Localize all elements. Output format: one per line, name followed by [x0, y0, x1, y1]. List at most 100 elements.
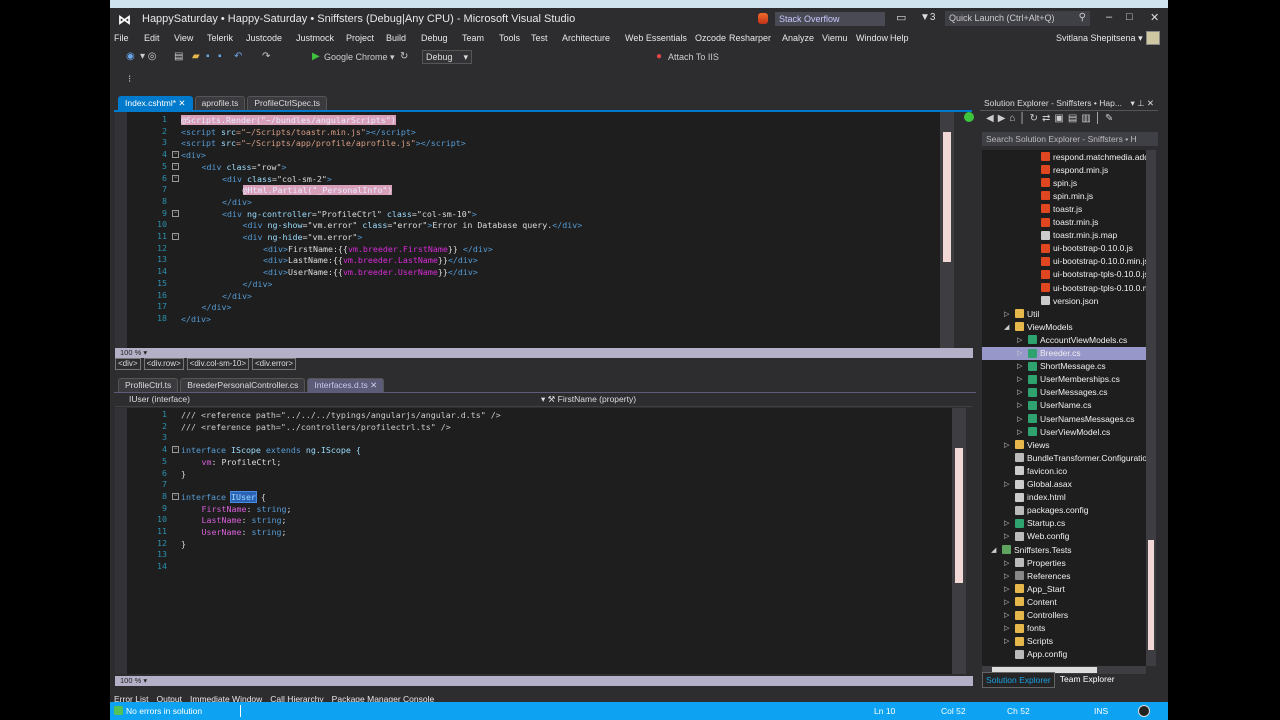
back-icon[interactable]: ◉: [126, 51, 135, 62]
open-icon[interactable]: ▰: [192, 51, 200, 62]
document-tab[interactable]: Index.cshtml* ✕: [118, 96, 193, 110]
expand-arrow-icon[interactable]: ▷: [1017, 336, 1025, 344]
start-icon[interactable]: ▶: [312, 51, 320, 62]
menu-build[interactable]: Build: [386, 33, 406, 43]
solution-explorer-toolbar[interactable]: ◀▶⌂│↻⇄▣▤▥│✎: [980, 113, 1158, 129]
tree-item[interactable]: ▷ UserNamesMessages.cs: [1017, 412, 1134, 425]
code-editor-index-cshtml[interactable]: 1 @Scripts.Render("~/bundles/angularScrip…: [115, 112, 940, 348]
tree-item[interactable]: ▷ Web.config: [1004, 530, 1069, 543]
expand-arrow-icon[interactable]: ▷: [1004, 598, 1012, 606]
menu-justcode[interactable]: Justcode: [246, 33, 282, 43]
tree-item[interactable]: App.config: [1004, 648, 1067, 661]
tree-item[interactable]: ui-bootstrap-tpls-0.10.0.js: [1030, 268, 1146, 281]
top-zoom-bar[interactable]: 100 % ▾: [115, 348, 973, 358]
member-navigation-dropdown[interactable]: ▾ ⚒ FirstName (property): [541, 394, 972, 407]
tree-item[interactable]: BundleTransformer.Configuration.xsd: [1004, 451, 1146, 464]
scrollbar-thumb[interactable]: [1148, 540, 1154, 650]
tree-item[interactable]: ▷ App_Start: [1004, 582, 1065, 595]
tree-item[interactable]: ▷ AccountViewModels.cs: [1017, 333, 1127, 346]
stack-overflow-search[interactable]: Stack Overflow: [775, 12, 885, 26]
fold-toggle-icon[interactable]: −: [172, 446, 179, 454]
tree-item[interactable]: version.json: [1030, 294, 1098, 307]
expand-arrow-icon[interactable]: ▷: [1004, 624, 1012, 632]
save-all-icon[interactable]: ▪: [218, 51, 222, 62]
tree-item[interactable]: ▷ fonts: [1004, 622, 1045, 635]
tree-item[interactable]: ▷ Startup.cs: [1004, 517, 1065, 530]
expand-arrow-icon[interactable]: ▷: [1017, 415, 1025, 423]
top-editor-scrollbar[interactable]: [940, 112, 954, 348]
tree-item[interactable]: ▷ Breeder.cs: [982, 346, 1146, 360]
notifications-button[interactable]: ▼3: [920, 12, 935, 23]
tree-item[interactable]: toastr.js: [1030, 202, 1082, 215]
expand-arrow-icon[interactable]: ▷: [1017, 349, 1025, 357]
notification-circle-icon[interactable]: [1138, 705, 1150, 717]
toolbar-overflow-icon[interactable]: ⁝: [128, 74, 131, 85]
tree-item[interactable]: ▷ Scripts: [1004, 635, 1053, 648]
browser-select[interactable]: Google Chrome ▾: [324, 52, 395, 63]
document-tab[interactable]: aprofile.ts: [194, 96, 246, 110]
menu-telerik[interactable]: Telerik: [207, 33, 233, 43]
undo-icon[interactable]: ↶: [234, 51, 242, 62]
fold-toggle-icon[interactable]: −: [172, 162, 179, 170]
menu-tools[interactable]: Tools: [499, 33, 520, 43]
avatar[interactable]: [1146, 31, 1160, 45]
tree-item[interactable]: ▷ Controllers: [1004, 609, 1068, 622]
document-tab[interactable]: ProfileCtrlSpec.ts: [247, 96, 328, 110]
expand-arrow-icon[interactable]: ▷: [1004, 532, 1012, 540]
tree-item[interactable]: spin.js: [1030, 176, 1077, 189]
user-account[interactable]: Svitlana Shepitsena ▾: [1056, 33, 1143, 44]
menu-view[interactable]: View: [174, 33, 193, 43]
fold-toggle-icon[interactable]: −: [172, 174, 179, 182]
menu-test[interactable]: Test: [531, 33, 548, 43]
quick-launch-input[interactable]: Quick Launch (Ctrl+Alt+Q) ⚲: [945, 11, 1090, 26]
fold-toggle-icon[interactable]: −: [172, 151, 179, 159]
tree-item[interactable]: ▷ Global.asax: [1004, 478, 1072, 491]
tree-item[interactable]: ▷ UserViewModel.cs: [1017, 425, 1110, 438]
document-tab[interactable]: ProfileCtrl.ts: [118, 378, 179, 392]
menu-architecture[interactable]: Architecture: [562, 33, 610, 43]
expand-arrow-icon[interactable]: ▷: [1004, 480, 1012, 488]
menu-window[interactable]: Window: [856, 33, 888, 43]
close-icon[interactable]: ✕: [368, 380, 377, 390]
tab-team-explorer[interactable]: Team Explorer: [1057, 672, 1118, 688]
expand-arrow-icon[interactable]: ▷: [1004, 637, 1012, 645]
tree-item[interactable]: toastr.min.js: [1030, 216, 1098, 229]
tree-item[interactable]: ▷ Util: [1004, 307, 1039, 320]
tree-item[interactable]: respond.min.js: [1030, 163, 1108, 176]
expand-arrow-icon[interactable]: ▷: [1017, 428, 1025, 436]
expand-arrow-icon[interactable]: ▷: [1017, 401, 1025, 409]
breadcrumb-item[interactable]: <div>: [115, 358, 141, 370]
expand-arrow-icon[interactable]: ▷: [1004, 441, 1012, 449]
tree-item[interactable]: ui-bootstrap-0.10.0.js: [1030, 242, 1133, 255]
solution-tree-scrollbar[interactable]: [1146, 150, 1156, 666]
menu-edit[interactable]: Edit: [144, 33, 160, 43]
menu-ozcode[interactable]: Ozcode: [695, 33, 726, 43]
expand-arrow-icon[interactable]: ▷: [1004, 559, 1012, 567]
scrollbar-thumb[interactable]: [955, 448, 963, 583]
type-navigation-dropdown[interactable]: IUser (interface): [115, 394, 541, 407]
breadcrumb-item[interactable]: <div.error>: [252, 358, 297, 370]
new-project-icon[interactable]: ▤: [174, 51, 183, 62]
menu-resharper[interactable]: Resharper: [729, 33, 771, 43]
menu-debug[interactable]: Debug: [421, 33, 448, 43]
breadcrumb-item[interactable]: <div.col-sm-10>: [186, 358, 249, 370]
minimize-button[interactable]: –: [1106, 11, 1112, 23]
close-button[interactable]: ✕: [1150, 11, 1159, 24]
tree-item[interactable]: ▷ References: [1004, 569, 1070, 582]
tree-item[interactable]: ui-bootstrap-tpls-0.10.0.min.js: [1030, 281, 1146, 294]
scrollbar-thumb[interactable]: [943, 132, 951, 262]
tree-item[interactable]: spin.min.js: [1030, 189, 1093, 202]
tree-item[interactable]: ▷ UserMemberships.cs: [1017, 373, 1120, 386]
document-tab[interactable]: BreederPersonalController.cs: [180, 378, 306, 392]
tree-item[interactable]: ▷ UserName.cs: [1017, 399, 1091, 412]
tree-item[interactable]: ◢ Sniffsters.Tests: [991, 543, 1071, 556]
feedback-icon[interactable]: ▭: [896, 11, 906, 24]
menu-justmock[interactable]: Justmock: [296, 33, 334, 43]
menu-team[interactable]: Team: [462, 33, 484, 43]
refresh-icon[interactable]: ↻: [400, 51, 408, 62]
menu-viemu[interactable]: Viemu: [822, 33, 847, 43]
maximize-button[interactable]: □: [1126, 11, 1133, 23]
tree-item[interactable]: ▷ Content: [1004, 595, 1057, 608]
breadcrumb-item[interactable]: <div.row>: [143, 358, 184, 370]
close-icon[interactable]: ✕: [176, 98, 185, 108]
